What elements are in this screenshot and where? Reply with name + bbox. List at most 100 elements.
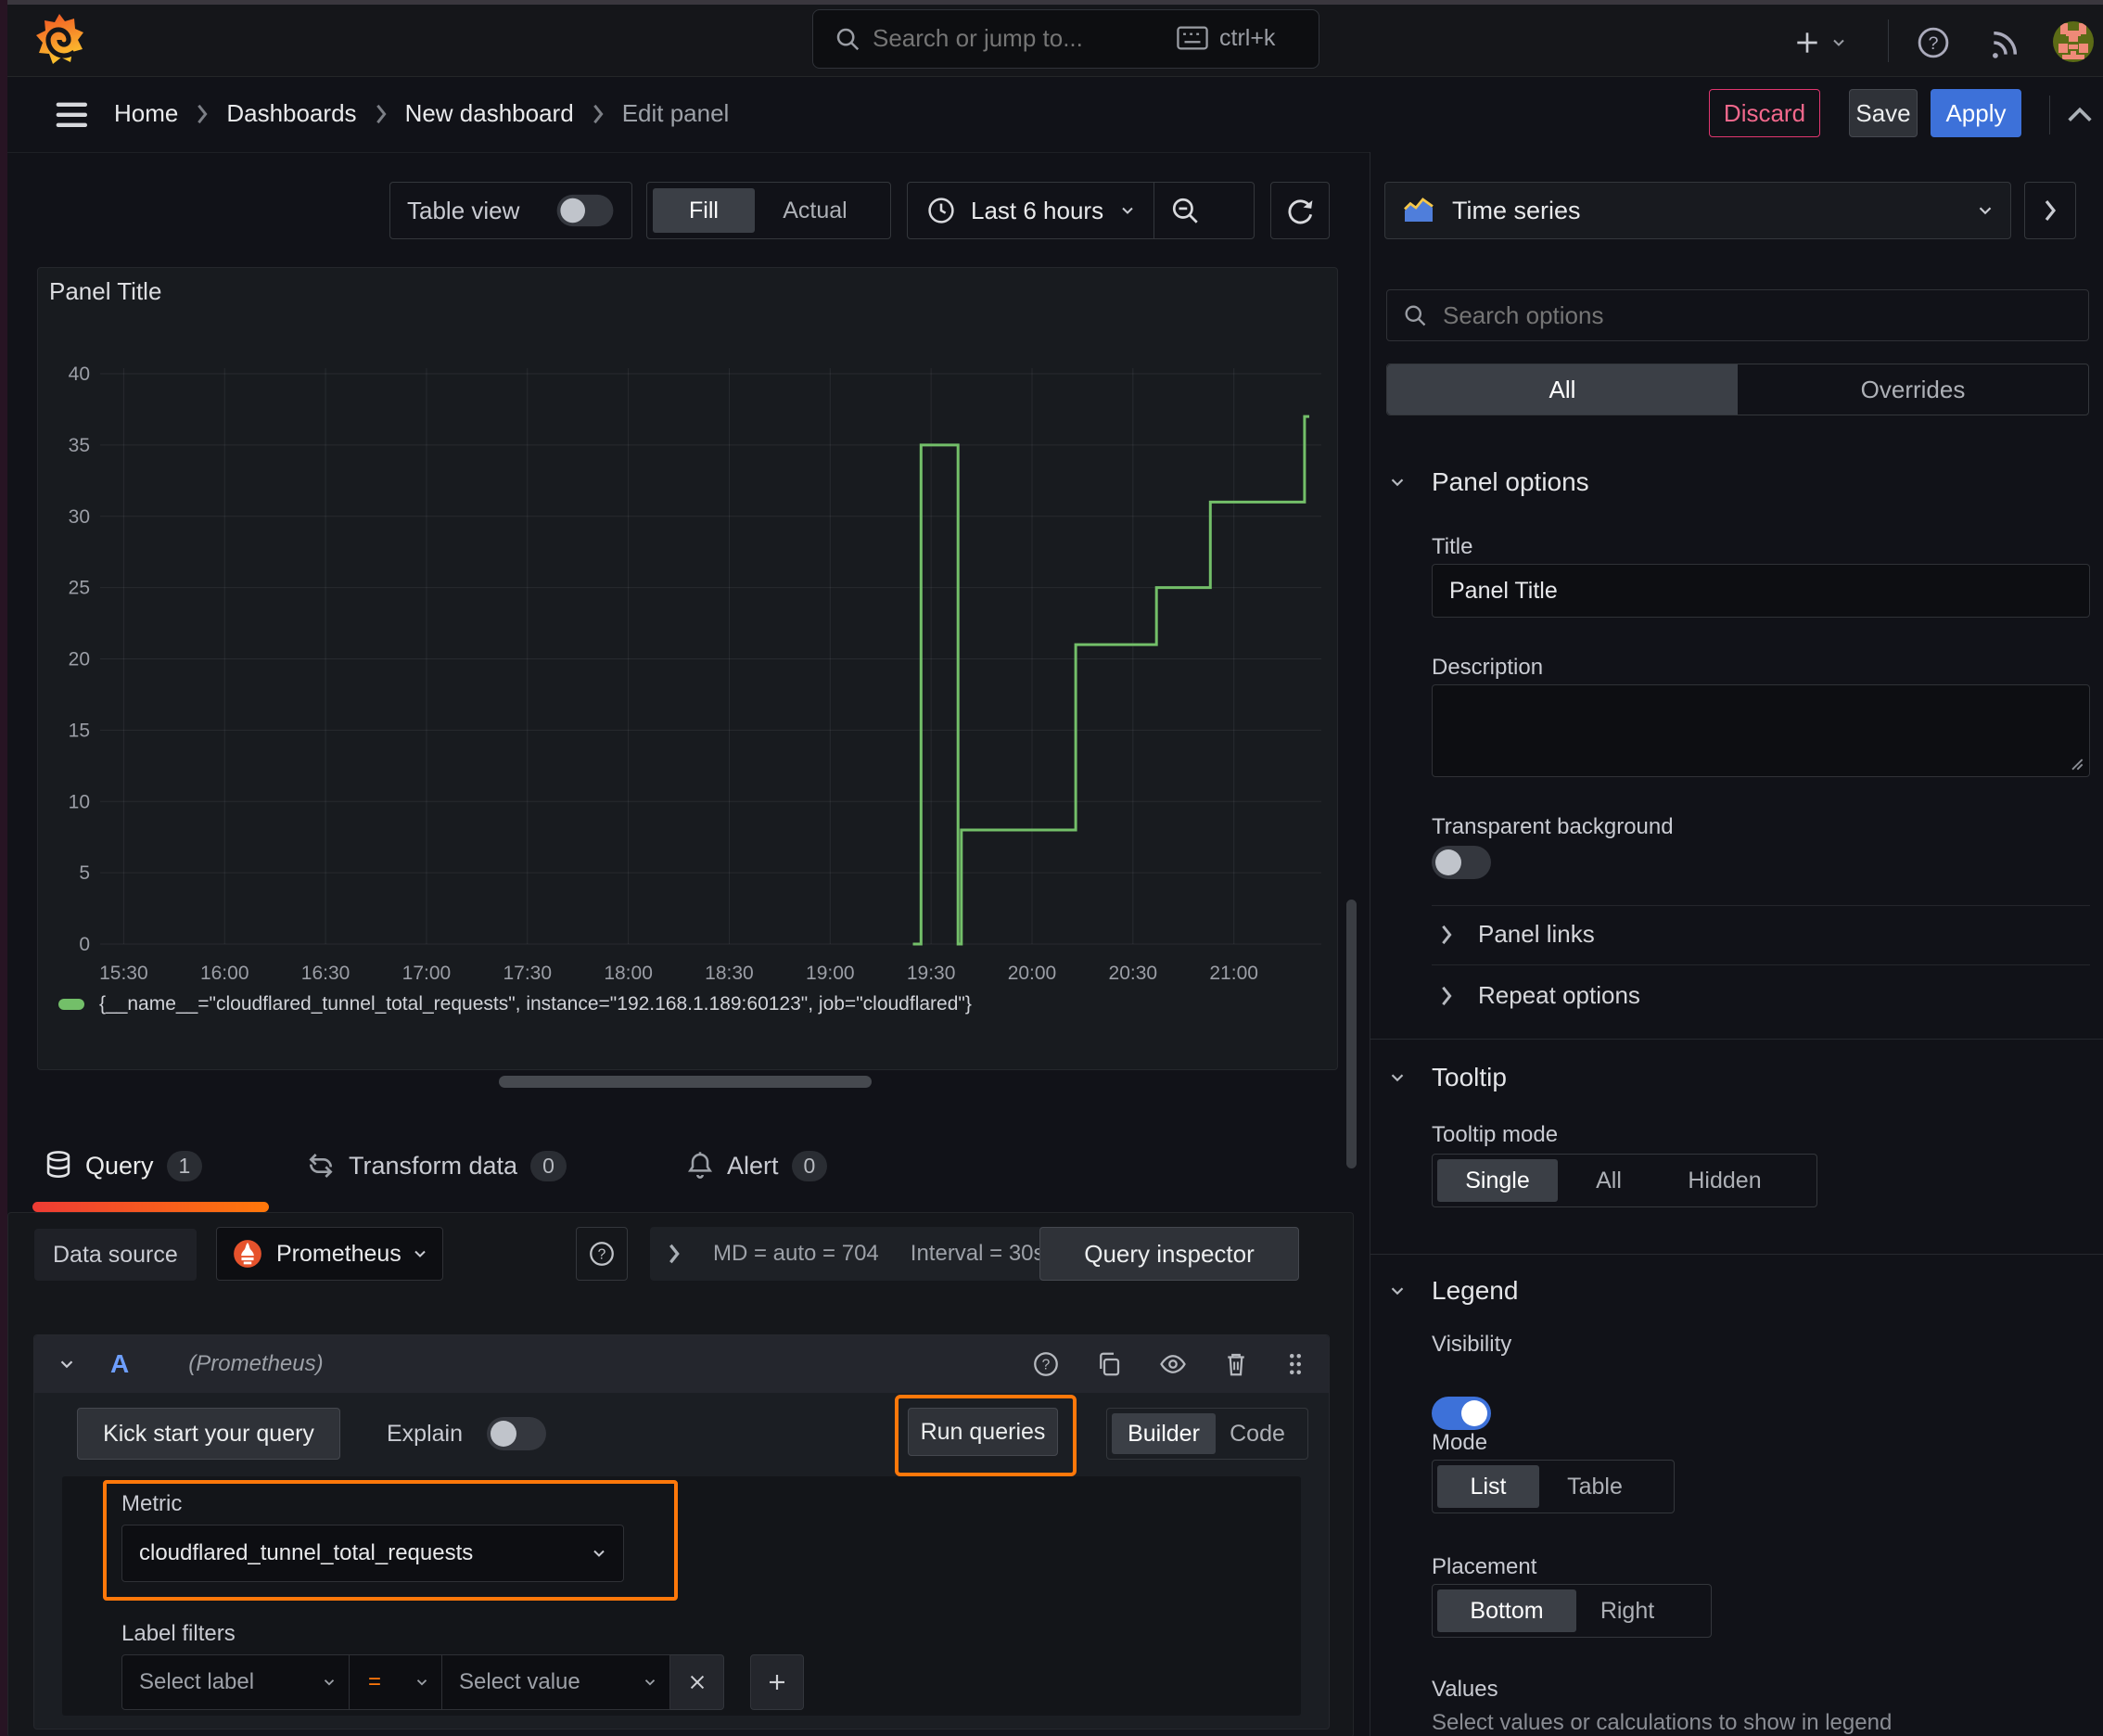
resize-drag-handle[interactable] — [499, 1076, 872, 1088]
query-help-icon[interactable]: ? — [1032, 1350, 1060, 1378]
panel-title-input[interactable] — [1432, 564, 2090, 618]
query-options-bar[interactable]: MD = auto = 704 Interval = 30s — [650, 1227, 1087, 1281]
svg-text:0: 0 — [79, 934, 90, 955]
svg-text:20: 20 — [69, 649, 90, 670]
tab-query[interactable]: Query 1 — [45, 1137, 203, 1194]
global-search-input[interactable] — [871, 14, 1115, 62]
panel-options-header[interactable]: Panel options — [1387, 467, 1589, 497]
label-filter-operator-select[interactable]: = — [350, 1654, 442, 1710]
svg-text:18:30: 18:30 — [705, 963, 754, 984]
tooltip-header[interactable]: Tooltip — [1387, 1063, 1507, 1092]
zoom-out-icon[interactable] — [1169, 195, 1201, 226]
all-tab[interactable]: All — [1387, 364, 1738, 415]
metric-value: cloudflared_tunnel_total_requests — [139, 1540, 474, 1565]
divider — [1432, 905, 2090, 906]
legend-visibility-toggle[interactable] — [1432, 1397, 1491, 1430]
transparent-background-toggle[interactable] — [1432, 846, 1491, 879]
options-max-data-points: MD = auto = 704 — [713, 1241, 879, 1266]
options-search-box[interactable] — [1386, 289, 2089, 341]
tab-transform-data[interactable]: Transform data 0 — [306, 1137, 567, 1194]
repeat-options-header[interactable]: Repeat options — [1439, 981, 1640, 1010]
grafana-edit-panel-page: ctrl+k ? — [0, 0, 2103, 1736]
legend-header[interactable]: Legend — [1387, 1276, 1518, 1306]
datasource-label-box: Data source — [34, 1229, 197, 1281]
overrides-tab[interactable]: Overrides — [1738, 364, 2088, 415]
chevron-right-icon — [593, 104, 604, 123]
vertical-scrollbar[interactable] — [1346, 900, 1357, 1168]
panel-links-header[interactable]: Panel links — [1439, 920, 1595, 949]
chevron-down-icon — [1122, 207, 1133, 214]
query-inspector-button[interactable]: Query inspector — [1039, 1227, 1299, 1281]
discard-button[interactable]: Discard — [1709, 89, 1820, 137]
datasource-picker[interactable]: Prometheus — [216, 1227, 443, 1281]
global-search-box[interactable]: ctrl+k — [812, 9, 1319, 69]
tooltip-hidden-option[interactable]: Hidden — [1660, 1159, 1790, 1202]
help-icon[interactable]: ? — [1916, 25, 1951, 60]
breadcrumb-home[interactable]: Home — [114, 99, 178, 128]
query-ref-id[interactable]: A — [110, 1349, 129, 1379]
mode-label: Mode — [1432, 1430, 1488, 1455]
options-search-input[interactable] — [1441, 293, 2038, 338]
svg-text:35: 35 — [69, 435, 90, 456]
collapse-pane-icon[interactable] — [2064, 103, 2096, 127]
duplicate-query-icon[interactable] — [1095, 1350, 1123, 1378]
svg-text:?: ? — [598, 1247, 606, 1263]
delete-query-trash-icon[interactable] — [1223, 1350, 1249, 1378]
chevron-down-icon — [644, 1679, 656, 1686]
explain-toggle[interactable] — [487, 1417, 546, 1450]
save-button[interactable]: Save — [1849, 89, 1918, 137]
metric-select[interactable]: cloudflared_tunnel_total_requests — [121, 1525, 624, 1582]
label-filter-value-select[interactable]: Select value — [442, 1654, 670, 1710]
chevron-down-icon — [1979, 207, 1992, 215]
hide-response-eye-icon[interactable] — [1158, 1350, 1188, 1378]
visualization-picker[interactable]: Time series — [1384, 182, 2011, 239]
menu-hamburger-icon[interactable] — [54, 101, 93, 129]
search-shortcut-hint: ctrl+k — [1219, 25, 1276, 51]
breadcrumb-new-dashboard[interactable]: New dashboard — [405, 99, 574, 128]
grafana-logo-icon[interactable] — [33, 12, 85, 68]
breadcrumb-dashboards[interactable]: Dashboards — [226, 99, 356, 128]
add-filter-button[interactable] — [750, 1654, 804, 1710]
toggle-viz-suggestions-button[interactable] — [2024, 182, 2076, 239]
code-option[interactable]: Code — [1216, 1413, 1299, 1454]
drag-grip-icon[interactable] — [1284, 1350, 1306, 1378]
panel-title: Panel Title — [49, 277, 162, 305]
tooltip-all-option[interactable]: All — [1558, 1159, 1660, 1202]
apply-button[interactable]: Apply — [1931, 89, 2021, 137]
kick-start-query-button[interactable]: Kick start your query — [77, 1408, 340, 1460]
placement-bottom-option[interactable]: Bottom — [1437, 1589, 1576, 1632]
collapse-row-icon[interactable] — [57, 1354, 77, 1374]
fill-option[interactable]: Fill — [653, 188, 755, 233]
builder-option[interactable]: Builder — [1112, 1413, 1216, 1454]
news-rss-icon[interactable] — [1988, 25, 2023, 60]
tab-alert[interactable]: Alert 0 — [686, 1137, 828, 1194]
user-avatar[interactable] — [2051, 19, 2096, 64]
divider — [1432, 964, 2090, 965]
chart-legend[interactable]: {__name__="cloudflared_tunnel_total_requ… — [58, 993, 972, 1015]
query-row-header[interactable]: A (Prometheus) ? — [34, 1335, 1329, 1393]
time-range-picker[interactable]: Last 6 hours — [907, 182, 1255, 239]
svg-text:16:00: 16:00 — [200, 963, 249, 984]
query-builder-inset: Metric cloudflared_tunnel_total_requests… — [62, 1476, 1301, 1716]
transparent-background-label: Transparent background — [1432, 814, 1674, 839]
panel-description-textarea[interactable] — [1432, 684, 2090, 777]
mode-list-option[interactable]: List — [1437, 1465, 1539, 1508]
panel-options-sidebar: Time series All Overrides Panel options … — [1370, 152, 2103, 1736]
label-filter-label-select[interactable]: Select label — [121, 1654, 350, 1710]
table-view-toggle[interactable] — [556, 194, 614, 227]
chevron-down-icon — [1833, 39, 1844, 46]
nav-add-button[interactable] — [1792, 27, 1848, 58]
remove-filter-button[interactable] — [670, 1654, 724, 1710]
svg-text:10: 10 — [69, 791, 90, 812]
prometheus-icon — [234, 1240, 261, 1268]
refresh-button[interactable] — [1270, 182, 1330, 239]
datasource-help-button[interactable]: ? — [576, 1227, 628, 1281]
tooltip-single-option[interactable]: Single — [1437, 1159, 1558, 1202]
mode-table-option[interactable]: Table — [1539, 1465, 1651, 1508]
time-series-chart[interactable]: 0 5 10 15 20 25 30 35 40 15:30 16:00 16:30 17:00 17:3… — [49, 361, 1333, 1010]
chevron-right-icon — [1442, 925, 1452, 944]
run-queries-button[interactable]: Run queries — [908, 1408, 1058, 1456]
placement-right-option[interactable]: Right — [1576, 1589, 1678, 1632]
actual-option[interactable]: Actual — [755, 188, 875, 233]
resize-handle-icon[interactable] — [2069, 756, 2084, 771]
